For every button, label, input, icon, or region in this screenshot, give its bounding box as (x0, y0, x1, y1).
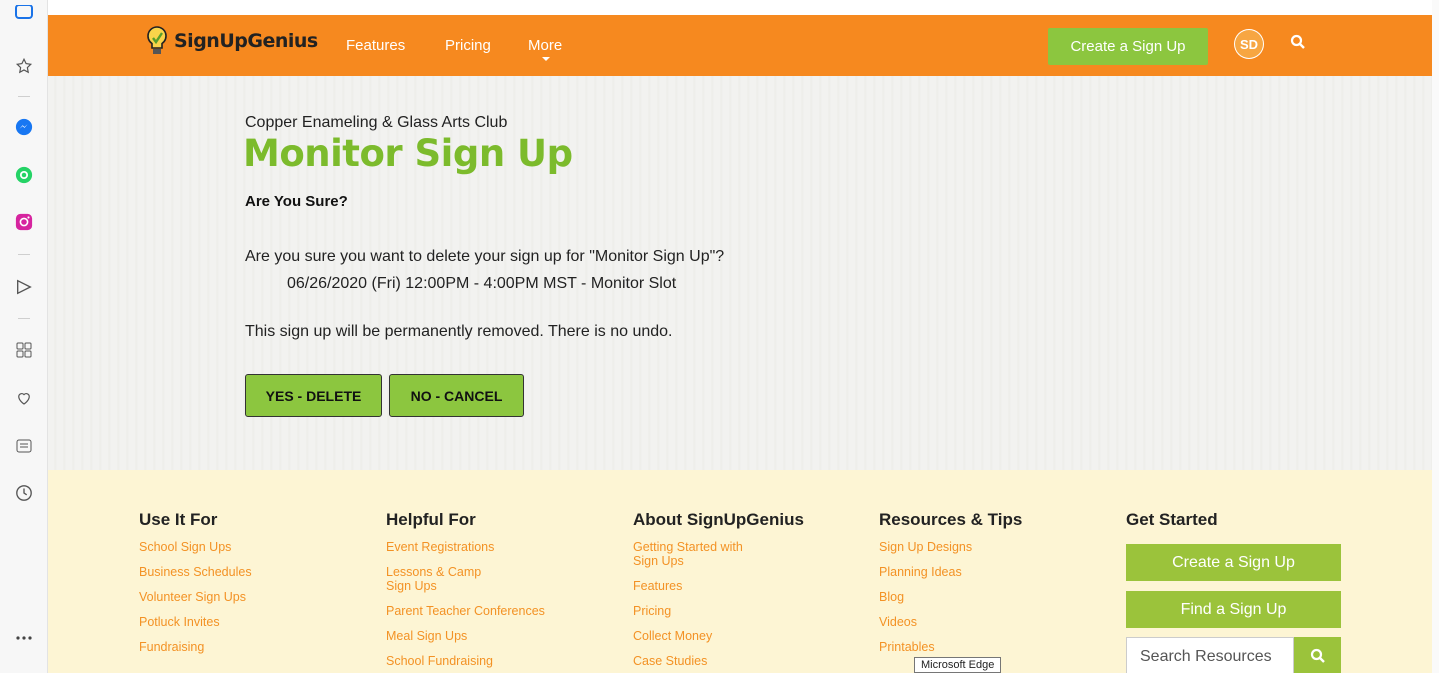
star-icon[interactable] (14, 56, 34, 76)
warning-text: This sign up will be permanently removed… (245, 323, 673, 340)
heart-icon[interactable] (14, 388, 34, 408)
logo[interactable]: SignUpGenius (144, 25, 318, 57)
tooltip: Microsoft Edge (914, 657, 1002, 673)
apps-grid-icon[interactable] (14, 340, 34, 360)
footer-heading: Use It For (139, 510, 218, 529)
footer-col-resources: Resources & Tips Sign Up Designs Plannin… (879, 510, 1064, 665)
main-content: Copper Enameling & Glass Arts Club Monit… (48, 76, 1432, 470)
slot-details: 06/26/2020 (Fri) 12:00PM - 4:00PM MST - … (287, 275, 677, 292)
send-icon[interactable] (14, 277, 34, 297)
footer-heading: Resources & Tips (879, 510, 1023, 529)
browser-sidebar (0, 0, 48, 673)
footer-heading: About SignUpGenius (633, 510, 804, 529)
footer-link[interactable]: Sign Up Designs (879, 540, 1064, 554)
footer-link[interactable]: Event Registrations (386, 540, 571, 554)
footer-link[interactable]: Blog (879, 590, 1064, 604)
news-icon[interactable] (14, 436, 34, 456)
footer-create-sign-up-button[interactable]: Create a Sign Up (1126, 544, 1341, 581)
lightbulb-logo-icon (147, 26, 167, 54)
footer-link[interactable]: Potluck Invites (139, 615, 324, 629)
messenger-icon[interactable] (14, 117, 34, 137)
footer-link[interactable]: Fundraising (139, 640, 324, 654)
footer-link[interactable]: Parent Teacher Conferences (386, 604, 571, 618)
footer-link[interactable]: School Sign Ups (139, 540, 324, 554)
footer-col-helpful-for: Helpful For Event Registrations Lessons … (386, 510, 571, 673)
footer-link[interactable]: Printables (879, 640, 1064, 654)
whatsapp-icon[interactable] (14, 165, 34, 185)
confirm-question: Are you sure you want to delete your sig… (245, 248, 725, 265)
yes-delete-button[interactable]: YES - DELETE (245, 374, 382, 417)
footer-link[interactable]: Case Studies (633, 654, 818, 668)
more-icon[interactable] (14, 628, 34, 648)
organization-name: Copper Enameling & Glass Arts Club (245, 114, 508, 131)
footer-link[interactable]: Business Schedules (139, 565, 324, 579)
search-resources-button[interactable] (1294, 637, 1341, 673)
footer-link[interactable]: Lessons & Camp Sign Ups (386, 565, 506, 593)
footer-find-sign-up-button[interactable]: Find a Sign Up (1126, 591, 1341, 628)
footer-link[interactable]: Pricing (633, 604, 818, 618)
footer-col-use-it-for: Use It For School Sign Ups Business Sche… (139, 510, 324, 665)
chevron-down-icon (542, 57, 550, 61)
logo-text: SignUpGenius (174, 30, 318, 52)
footer-link[interactable]: School Fundraising (386, 654, 571, 668)
search-resources-input[interactable]: Search Resources (1126, 637, 1294, 673)
footer-link[interactable]: Collect Money (633, 629, 818, 643)
scrollbar[interactable] (1432, 0, 1439, 673)
avatar[interactable]: SD (1234, 29, 1264, 59)
nav-features[interactable]: Features (346, 37, 405, 54)
footer-link[interactable]: Videos (879, 615, 1064, 629)
footer-link[interactable]: Meal Sign Ups (386, 629, 571, 643)
footer-link[interactable]: Getting Started with Sign Ups (633, 540, 763, 568)
footer-col-about: About SignUpGenius Getting Started with … (633, 510, 818, 673)
confirm-heading: Are You Sure? (245, 193, 348, 210)
footer-link[interactable]: Planning Ideas (879, 565, 1064, 579)
history-icon[interactable] (14, 483, 34, 503)
no-cancel-button[interactable]: NO - CANCEL (389, 374, 524, 417)
top-navigation: SignUpGenius Features Pricing More Creat… (48, 15, 1432, 76)
instagram-icon[interactable] (14, 212, 34, 232)
app-icon[interactable] (14, 2, 34, 22)
footer-link[interactable]: Volunteer Sign Ups (139, 590, 324, 604)
nav-more[interactable]: More (528, 37, 562, 54)
search-icon[interactable] (1290, 34, 1306, 55)
footer-heading: Get Started (1126, 510, 1218, 529)
footer-heading: Helpful For (386, 510, 476, 529)
footer-col-get-started: Get Started (1126, 510, 1218, 540)
footer: Use It For School Sign Ups Business Sche… (48, 470, 1432, 673)
nav-pricing[interactable]: Pricing (445, 37, 491, 54)
create-sign-up-button[interactable]: Create a Sign Up (1048, 28, 1208, 65)
page-title: Monitor Sign Up (243, 132, 573, 175)
search-icon (1310, 648, 1325, 663)
footer-link[interactable]: Features (633, 579, 818, 593)
